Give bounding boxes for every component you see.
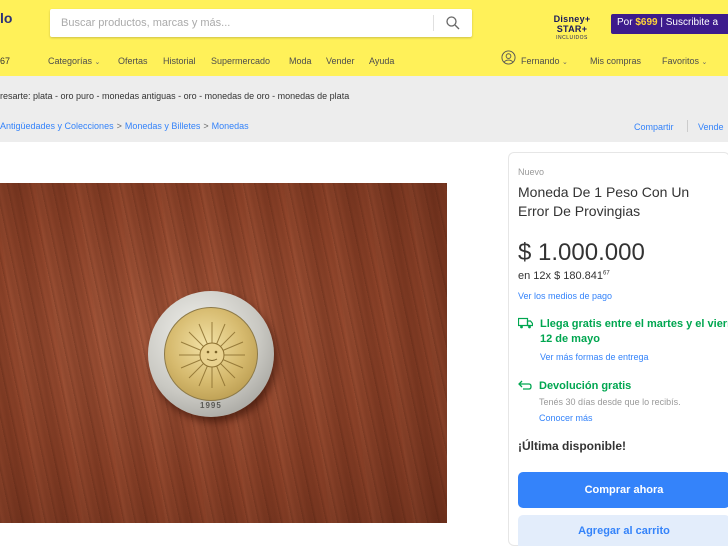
account-user-name: Fernando xyxy=(521,56,560,66)
free-return-subtitle: Tenés 30 días desde que lo recibís. xyxy=(539,397,681,407)
buy-now-button[interactable]: Comprar ahora xyxy=(518,472,728,508)
site-header: lo 67 Buscar productos, marcas y más... … xyxy=(0,0,728,76)
installments-amount: en 12x $ 180.841 xyxy=(518,270,604,282)
chevron-down-icon: ⌄ xyxy=(94,59,101,66)
installments-cents: 67 xyxy=(603,270,610,277)
favorites-label: Favoritos xyxy=(662,56,700,66)
truck-icon xyxy=(518,317,533,329)
chevron-down-icon: ⌄ xyxy=(701,59,708,66)
shipping-options-link[interactable]: Ver más formas de entrega xyxy=(540,352,649,362)
return-arrow-icon xyxy=(518,380,532,390)
related-searches[interactable]: resarte: plata - oro puro - monedas anti… xyxy=(0,91,349,101)
shipping-date: 12 de mayo xyxy=(540,333,600,345)
stock-note: ¡Última disponible! xyxy=(518,439,626,453)
share-link[interactable]: Compartir xyxy=(634,122,674,132)
breadcrumb-separator: > xyxy=(203,121,209,131)
free-return-title: Devolución gratis xyxy=(539,380,632,392)
sell-one-link[interactable]: Vende xyxy=(698,122,724,132)
sun-emblem-icon xyxy=(179,322,245,388)
nav-fashion[interactable]: Moda xyxy=(289,56,312,66)
promo-separator: | xyxy=(660,17,663,28)
nav-history[interactable]: Historial xyxy=(163,56,196,66)
subscription-promo-button[interactable]: Por $699 | Suscribite a xyxy=(611,14,728,34)
nav-help[interactable]: Ayuda xyxy=(369,56,394,66)
search-divider xyxy=(433,15,434,31)
promo-suffix: Suscribite a xyxy=(665,17,719,28)
returns-learn-more-link[interactable]: Conocer más xyxy=(539,413,593,423)
product-price: $ 1.000.000 xyxy=(518,239,645,266)
search-bar[interactable]: Buscar productos, marcas y más... xyxy=(50,9,472,37)
condition-label: Nuevo xyxy=(518,167,545,177)
coin-center xyxy=(164,307,258,401)
disney-brand: Disney+ STAR+ xyxy=(553,14,591,34)
breadcrumb-item[interactable]: Antigüedades y Colecciones xyxy=(0,121,114,131)
breadcrumb-item[interactable]: Monedas xyxy=(212,121,249,131)
nav-my-purchases[interactable]: Mis compras xyxy=(590,56,641,66)
coin-year: 1995 xyxy=(200,401,222,410)
coin-image: 1995 xyxy=(148,291,274,417)
action-divider xyxy=(687,120,688,132)
nav-sell[interactable]: Vender xyxy=(326,56,355,66)
nav-favorites[interactable]: Favoritos ⌄ xyxy=(662,56,707,66)
search-input[interactable]: Buscar productos, marcas y más... xyxy=(61,17,230,29)
breadcrumb: Antigüedades y Colecciones > Monedas y Bil… xyxy=(0,121,249,131)
site-logo[interactable]: lo xyxy=(0,10,12,26)
breadcrumb-separator: > xyxy=(116,121,122,131)
breadcrumb-item[interactable]: Monedas y Billetes xyxy=(125,121,201,131)
installments: en 12x $ 180.84167 xyxy=(518,270,610,282)
nav-categories-label: Categorías xyxy=(48,56,93,66)
promo-price: $699 xyxy=(635,17,658,28)
product-title: Moneda De 1 Peso Con Un Error De Proving… xyxy=(518,184,690,219)
disney-note: INCLUIDOS xyxy=(556,35,588,41)
payment-methods-link[interactable]: Ver los medios de pago xyxy=(518,291,612,301)
add-to-cart-button[interactable]: Agregar al carrito xyxy=(518,515,728,546)
search-icon[interactable] xyxy=(445,15,461,31)
promo-prefix: Por xyxy=(617,17,633,28)
nav-supermarket[interactable]: Supermercado xyxy=(211,56,270,66)
account-menu[interactable]: Fernando ⌄ xyxy=(521,56,568,66)
shipping-info: Llega gratis entre el martes y el viern xyxy=(540,318,728,330)
nav-offers[interactable]: Ofertas xyxy=(118,56,148,66)
nav-categories[interactable]: Categorías ⌄ xyxy=(48,56,100,66)
user-avatar-icon[interactable] xyxy=(501,50,516,65)
chevron-down-icon: ⌄ xyxy=(562,59,568,66)
disney-star-promo[interactable]: Disney+ STAR+ INCLUIDOS xyxy=(538,14,606,41)
zip-code-fragment[interactable]: 67 xyxy=(0,56,10,66)
